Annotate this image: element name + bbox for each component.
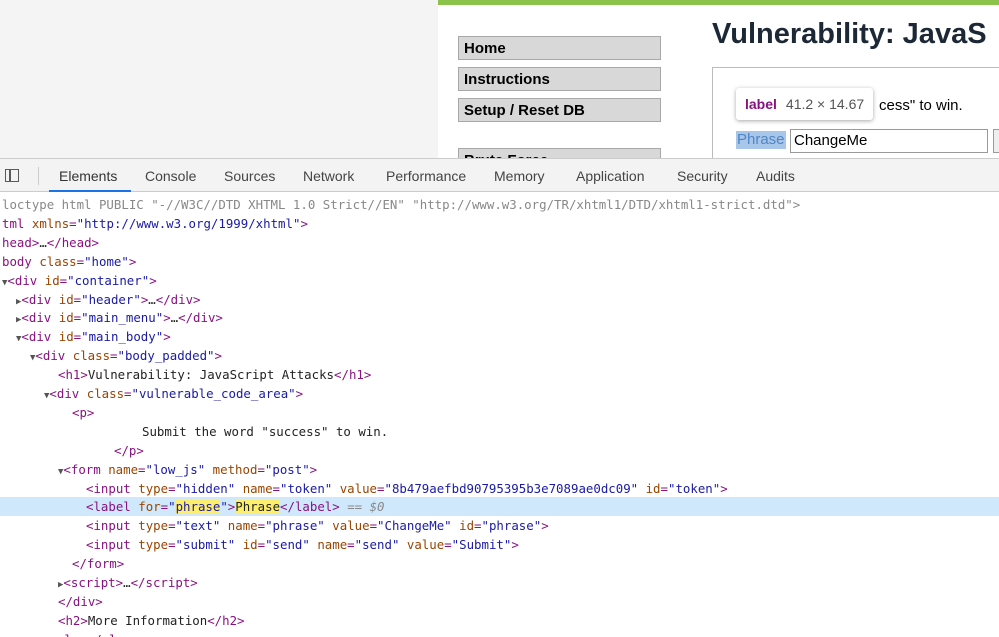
dom-node-line[interactable]: ▼<div class="vulnerable_code_area">: [0, 384, 999, 403]
dom-node-line[interactable]: <h1>Vulnerability: JavaScript Attacks</h…: [0, 365, 999, 384]
dom-node-text: <input type="hidden" name="token" value=…: [86, 480, 728, 496]
page-title: Vulnerability: JavaS: [712, 18, 987, 50]
dom-node-selected[interactable]: <label for="phrase">Phrase</label> == $0: [0, 497, 999, 517]
dom-node-text: head>…</head>: [2, 234, 99, 250]
dom-node-text: <p>: [72, 404, 95, 420]
submit-button[interactable]: [993, 129, 999, 153]
dom-node-text: <input type="text" name="phrase" value="…: [86, 518, 549, 534]
dom-node-line[interactable]: ▼<form name="low_js" method="post">: [0, 460, 999, 479]
dom-node-line[interactable]: loctype html PUBLIC "-//W3C//DTD XHTML 1…: [0, 195, 999, 214]
phrase-label: Phrase: [736, 131, 786, 149]
header-accent-bar: [438, 0, 999, 5]
dom-node-text: </form>: [72, 556, 125, 572]
dom-node-text: Submit the word "success" to win.: [142, 423, 389, 439]
tab-separator: [38, 167, 39, 185]
devtools-panel: Elements Console Sources Network Perform…: [0, 158, 999, 637]
dom-node-line[interactable]: <p>: [0, 403, 999, 422]
tab-elements[interactable]: Elements: [59, 168, 117, 184]
tab-memory[interactable]: Memory: [494, 168, 545, 184]
dom-node-text: <h2>More Information</h2>: [58, 612, 245, 628]
phrase-input[interactable]: ChangeMe: [790, 129, 988, 153]
page-left-gutter: [0, 0, 438, 158]
dom-node-line[interactable]: ▼<div id="main_body">: [0, 327, 999, 346]
dom-node-text: body class="home">: [2, 253, 137, 269]
dom-node-line[interactable]: ▶<script>…</script>: [0, 573, 999, 592]
dom-node-line[interactable]: </div>: [0, 592, 999, 611]
devtools-tab-bar: Elements Console Sources Network Perform…: [0, 158, 999, 192]
dom-node-line[interactable]: Submit the word "success" to win.: [0, 422, 999, 441]
tab-security[interactable]: Security: [677, 168, 728, 184]
dom-node-line[interactable]: </form>: [0, 554, 999, 573]
dom-node-line[interactable]: head>…</head>: [0, 233, 999, 252]
dom-node-text: </p>: [114, 442, 144, 458]
menu-item-setup-reset-db[interactable]: Setup / Reset DB: [458, 98, 661, 122]
dom-node-line[interactable]: <input type="submit" id="send" name="sen…: [0, 535, 999, 554]
dom-node-line[interactable]: ▶<ul>…</ul>: [0, 630, 999, 637]
browser-page-viewport: Home Instructions Setup / Reset DB Brute…: [0, 0, 999, 158]
dom-node-text: loctype html PUBLIC "-//W3C//DTD XHTML 1…: [2, 197, 801, 212]
dom-tree[interactable]: loctype html PUBLIC "-//W3C//DTD XHTML 1…: [0, 192, 999, 637]
dom-node-text: tml xmlns="http://www.w3.org/1999/xhtml"…: [2, 215, 308, 231]
tab-audits[interactable]: Audits: [756, 168, 795, 184]
dom-node-line[interactable]: <input type="text" name="phrase" value="…: [0, 516, 999, 535]
dom-node-line[interactable]: <input type="hidden" name="token" value=…: [0, 479, 999, 498]
tab-performance[interactable]: Performance: [386, 168, 466, 184]
menu-item-brute-force[interactable]: Brute Force: [458, 148, 661, 158]
instruction-text: cess" to win.: [879, 97, 963, 114]
dom-node-line[interactable]: tml xmlns="http://www.w3.org/1999/xhtml"…: [0, 214, 999, 233]
dom-node-line[interactable]: body class="home">: [0, 252, 999, 271]
dom-node-line[interactable]: ▶<div id="header">…</div>: [0, 290, 999, 309]
tab-console[interactable]: Console: [145, 168, 196, 184]
tab-sources[interactable]: Sources: [224, 168, 275, 184]
inspect-tooltip: label 41.2 × 14.67: [736, 88, 874, 120]
dom-node-text: ▶<ul>…</ul>: [44, 630, 124, 637]
dom-node-line[interactable]: ▶<div id="main_menu">…</div>: [0, 308, 999, 327]
dom-node-line[interactable]: <h2>More Information</h2>: [0, 611, 999, 630]
dock-side-icon[interactable]: [5, 169, 19, 182]
dom-node-line[interactable]: ▼<div id="container">: [0, 271, 999, 290]
dom-node-line[interactable]: </p>: [0, 441, 999, 460]
menu-item-instructions[interactable]: Instructions: [458, 67, 661, 91]
dom-node-line[interactable]: ▼<div class="body_padded">: [0, 346, 999, 365]
tab-application[interactable]: Application: [576, 168, 645, 184]
dom-node-text: <input type="submit" id="send" name="sen…: [86, 537, 519, 553]
tooltip-dimensions: 41.2 × 14.67: [785, 96, 865, 112]
dom-node-text: <label for="phrase">Phrase</label> == $0: [86, 499, 385, 515]
dom-node-text: </div>: [58, 593, 103, 609]
menu-item-home[interactable]: Home: [458, 36, 661, 60]
tooltip-tag-name: label: [745, 96, 777, 112]
dom-node-text: <h1>Vulnerability: JavaScript Attacks</h…: [58, 367, 372, 383]
tab-network[interactable]: Network: [303, 168, 354, 184]
